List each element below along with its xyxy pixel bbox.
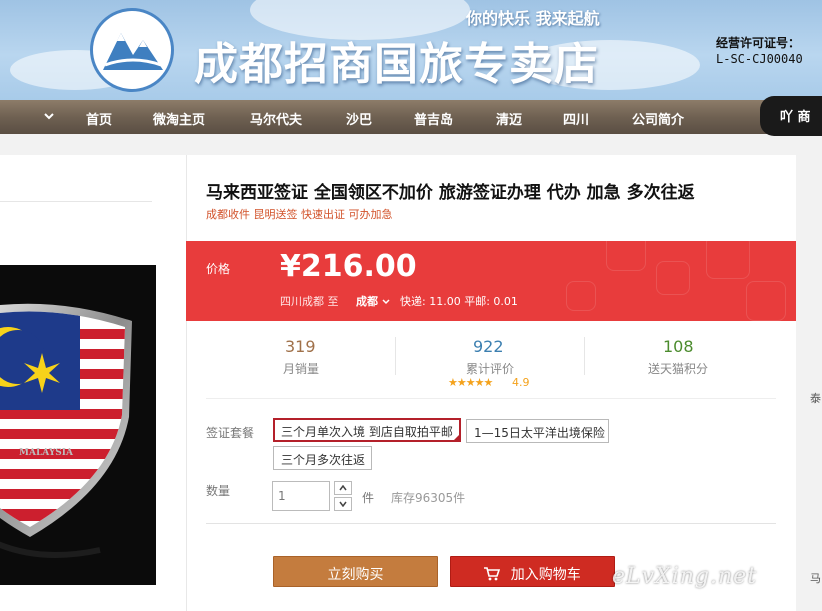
chevron-down-icon[interactable] <box>44 111 54 121</box>
right-sidebar <box>796 155 822 611</box>
points-value: 108 <box>663 337 694 356</box>
store-nav: 首页 微淘主页 马尔代夫 沙巴 普吉岛 清迈 四川 公司简介 <box>0 100 822 134</box>
nav-item-maldives[interactable]: 马尔代夫 <box>250 109 302 128</box>
license-label: 经营许可证号： <box>716 36 801 50</box>
quantity-input[interactable] <box>272 481 330 511</box>
stat-divider <box>395 337 396 375</box>
product-subtitle: 成都收件 昆明送签 快速出证 可办加急 <box>206 208 393 221</box>
store-slogan: 你的快乐 我来起航 <box>466 9 600 28</box>
package-option-single-entry[interactable]: 三个月单次入境 到店自取拍平邮 <box>273 418 461 442</box>
store-name: 成都招商国旅专卖店 <box>194 39 599 90</box>
add-to-cart-label: 加入购物车 <box>510 567 581 583</box>
nav-item-home[interactable]: 首页 <box>86 109 112 128</box>
stepper-down-icon <box>339 501 347 507</box>
image-caption: MALAYSIA <box>19 448 74 458</box>
store-logo[interactable] <box>90 8 174 92</box>
mountain-logo-icon <box>103 33 163 70</box>
buy-now-button[interactable]: 立刻购买 <box>273 556 438 587</box>
watermark: eLvXing.net <box>612 564 758 589</box>
store-banner: 成都招商国旅专卖店 你的快乐 我来起航 经营许可证号： L-SC-CJ00040 <box>0 0 822 100</box>
product-title: 马来西亚签证 全国领区不加价 旅游签证办理 代办 加急 多次往返 <box>206 183 695 203</box>
gallery-divider <box>0 201 152 202</box>
stats-divider <box>206 398 776 399</box>
ship-to-label: 成都 <box>356 295 378 308</box>
rating-stars: ★★★★★ <box>448 376 493 389</box>
add-to-cart-button[interactable]: 加入购物车 <box>450 556 615 587</box>
points-label: 送天猫积分 <box>648 362 709 376</box>
rating-score: 4.9 <box>512 376 530 389</box>
nav-item-sabah[interactable]: 沙巴 <box>346 109 372 128</box>
review-count-value[interactable]: 922 <box>473 337 504 356</box>
package-label: 签证套餐 <box>206 426 255 440</box>
package-option-multi-entry[interactable]: 三个月多次往返 <box>273 446 372 470</box>
monthly-sales-label: 月销量 <box>283 362 320 376</box>
side-text: 泰 <box>810 392 821 405</box>
review-count-label[interactable]: 累计评价 <box>466 360 514 377</box>
nav-item-phuket[interactable]: 普吉岛 <box>414 109 453 128</box>
ship-from: 四川成都 至 <box>280 295 339 308</box>
quantity-unit: 件 <box>362 491 375 505</box>
nav-item-sichuan[interactable]: 四川 <box>563 109 589 128</box>
malaysia-shield-image: MALAYSIA <box>0 265 156 585</box>
nav-item-chiangmai[interactable]: 清迈 <box>496 109 522 128</box>
stock-count: 库存96305件 <box>391 491 466 505</box>
cart-icon <box>484 567 501 581</box>
select-chevron-icon <box>382 299 390 305</box>
action-divider <box>206 523 776 524</box>
selected-check-icon <box>452 433 461 442</box>
price-box: 价格 ¥216.00 四川成都 至 成都 快递: 11.00 平邮: 0.01 <box>186 241 800 321</box>
price-value: ¥216.00 <box>280 249 417 284</box>
product-main-image[interactable]: MALAYSIA <box>0 265 156 585</box>
quantity-label: 数量 <box>206 484 231 498</box>
stepper-up-icon <box>339 485 347 491</box>
package-option-label: 三个月单次入境 到店自取拍平邮 <box>281 425 453 439</box>
package-option-label: 三个月多次往返 <box>281 453 366 467</box>
ship-to-select[interactable]: 成都 <box>356 293 390 309</box>
buy-now-label: 立刻购买 <box>327 567 384 583</box>
nav-item-weitao[interactable]: 微淘主页 <box>153 109 205 128</box>
package-option-insurance[interactable]: 1—15日太平洋出境保险 <box>466 419 609 443</box>
stat-divider <box>584 337 585 375</box>
nav-extra-label: 吖 商 <box>780 110 811 125</box>
monthly-sales-value: 319 <box>285 337 316 356</box>
side-text: 马 <box>810 572 821 585</box>
license-value: L-SC-CJ00040 <box>716 52 803 66</box>
nav-item-about[interactable]: 公司简介 <box>632 109 684 128</box>
ship-fees: 快递: 11.00 平邮: 0.01 <box>400 295 518 308</box>
price-label: 价格 <box>206 262 231 276</box>
quantity-decrease-button[interactable] <box>334 497 352 511</box>
nav-extra-badge[interactable]: 吖 商 <box>760 96 822 136</box>
package-option-label: 1—15日太平洋出境保险 <box>474 426 605 440</box>
quantity-increase-button[interactable] <box>334 481 352 495</box>
